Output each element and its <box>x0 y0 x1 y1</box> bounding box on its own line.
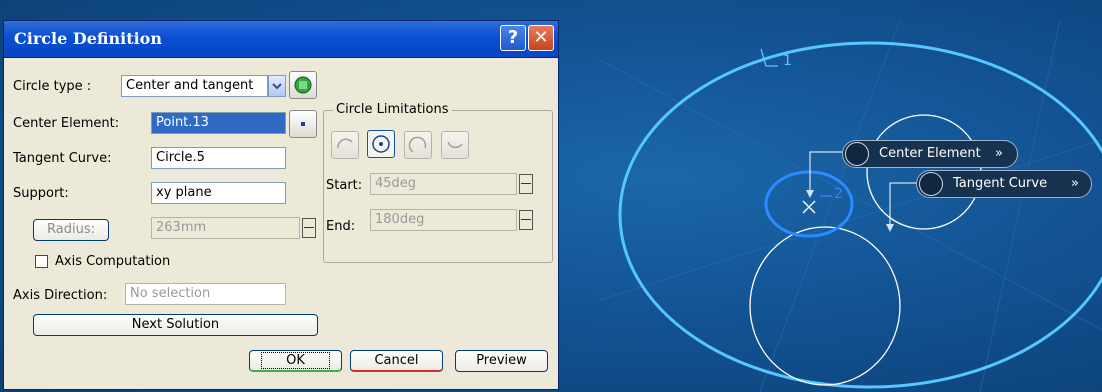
tangent-curve-label: Tangent Curve: <box>13 151 112 166</box>
callout-center-label: Center Element <box>879 146 981 161</box>
limit-part-arc-button[interactable] <box>331 131 359 159</box>
axis-computation-checkbox[interactable] <box>35 255 48 268</box>
dialog-title: Circle Definition <box>14 29 162 48</box>
circle-arrow-icon <box>845 142 869 166</box>
ok-label: OK <box>261 352 330 369</box>
support-label: Support: <box>13 186 69 201</box>
axis-direction-label: Axis Direction: <box>13 288 108 303</box>
trimmed-circle-icon <box>408 136 427 153</box>
limit-complement-button[interactable] <box>441 131 469 159</box>
circle-type-options-button[interactable] <box>289 71 317 99</box>
circle-limitations-title: Circle Limitations <box>333 102 452 117</box>
center-element-callout[interactable]: Center Element » <box>842 140 1018 168</box>
tangent-curve-callout[interactable]: Tangent Curve » <box>916 170 1092 198</box>
center-element-select-button[interactable] <box>289 110 317 138</box>
circle-2[interactable] <box>764 170 854 238</box>
radius-field[interactable]: 263mm <box>151 217 300 239</box>
start-spinner[interactable] <box>519 174 533 194</box>
radius-spinner[interactable] <box>302 218 316 238</box>
callout-expand-icon[interactable]: » <box>1071 171 1079 197</box>
cancel-button[interactable]: Cancel <box>350 350 443 372</box>
next-solution-button[interactable]: Next Solution <box>33 314 318 336</box>
start-label: Start: <box>326 178 363 193</box>
center-point-marker[interactable] <box>802 200 816 214</box>
ok-button[interactable]: OK <box>249 350 342 372</box>
end-label: End: <box>326 219 356 234</box>
axis-direction-field[interactable]: No selection <box>125 283 286 305</box>
support-field[interactable]: xy plane <box>151 182 286 204</box>
limit-trimmed-button[interactable] <box>404 131 432 159</box>
axis-computation-label: Axis Computation <box>55 254 171 269</box>
complement-arc-icon <box>447 141 463 148</box>
circle-1-label: 1 <box>783 53 792 69</box>
callout-tangent-label: Tangent Curve <box>953 176 1048 191</box>
circle-arrow-icon <box>919 172 943 196</box>
circle-type-label: Circle type : <box>13 79 92 94</box>
whole-circle-icon <box>372 135 390 153</box>
result-circle[interactable] <box>749 226 901 386</box>
center-element-label: Center Element: <box>13 116 120 131</box>
circle-definition-dialog: Circle Definition ? ✕ Circle type : Cent… <box>3 20 559 390</box>
end-field[interactable]: 180deg <box>370 209 517 231</box>
dropdown-arrow-icon[interactable] <box>268 75 286 97</box>
gear-cube-icon <box>294 76 312 94</box>
arc-icon <box>337 138 353 149</box>
end-spinner[interactable] <box>519 210 533 230</box>
circle-2-label: 2 <box>834 186 843 202</box>
point-icon <box>301 122 305 126</box>
radius-button[interactable]: Radius: <box>33 219 109 241</box>
help-button[interactable]: ? <box>500 25 526 51</box>
circle-1[interactable] <box>618 41 1102 389</box>
callout-expand-icon[interactable]: » <box>995 141 1003 167</box>
close-button[interactable]: ✕ <box>528 25 554 51</box>
center-element-field[interactable]: Point.13 <box>151 112 286 134</box>
start-field[interactable]: 45deg <box>370 173 517 195</box>
center-leader-arrow <box>806 190 814 198</box>
tangent-curve-field[interactable]: Circle.5 <box>151 147 286 169</box>
preview-button[interactable]: Preview <box>455 350 548 372</box>
tangent-leader-arrow <box>886 224 894 232</box>
limit-whole-circle-button[interactable] <box>367 130 395 158</box>
circle-type-select[interactable]: Center and tangent <box>121 75 268 97</box>
title-bar[interactable]: Circle Definition ? ✕ <box>4 21 558 58</box>
